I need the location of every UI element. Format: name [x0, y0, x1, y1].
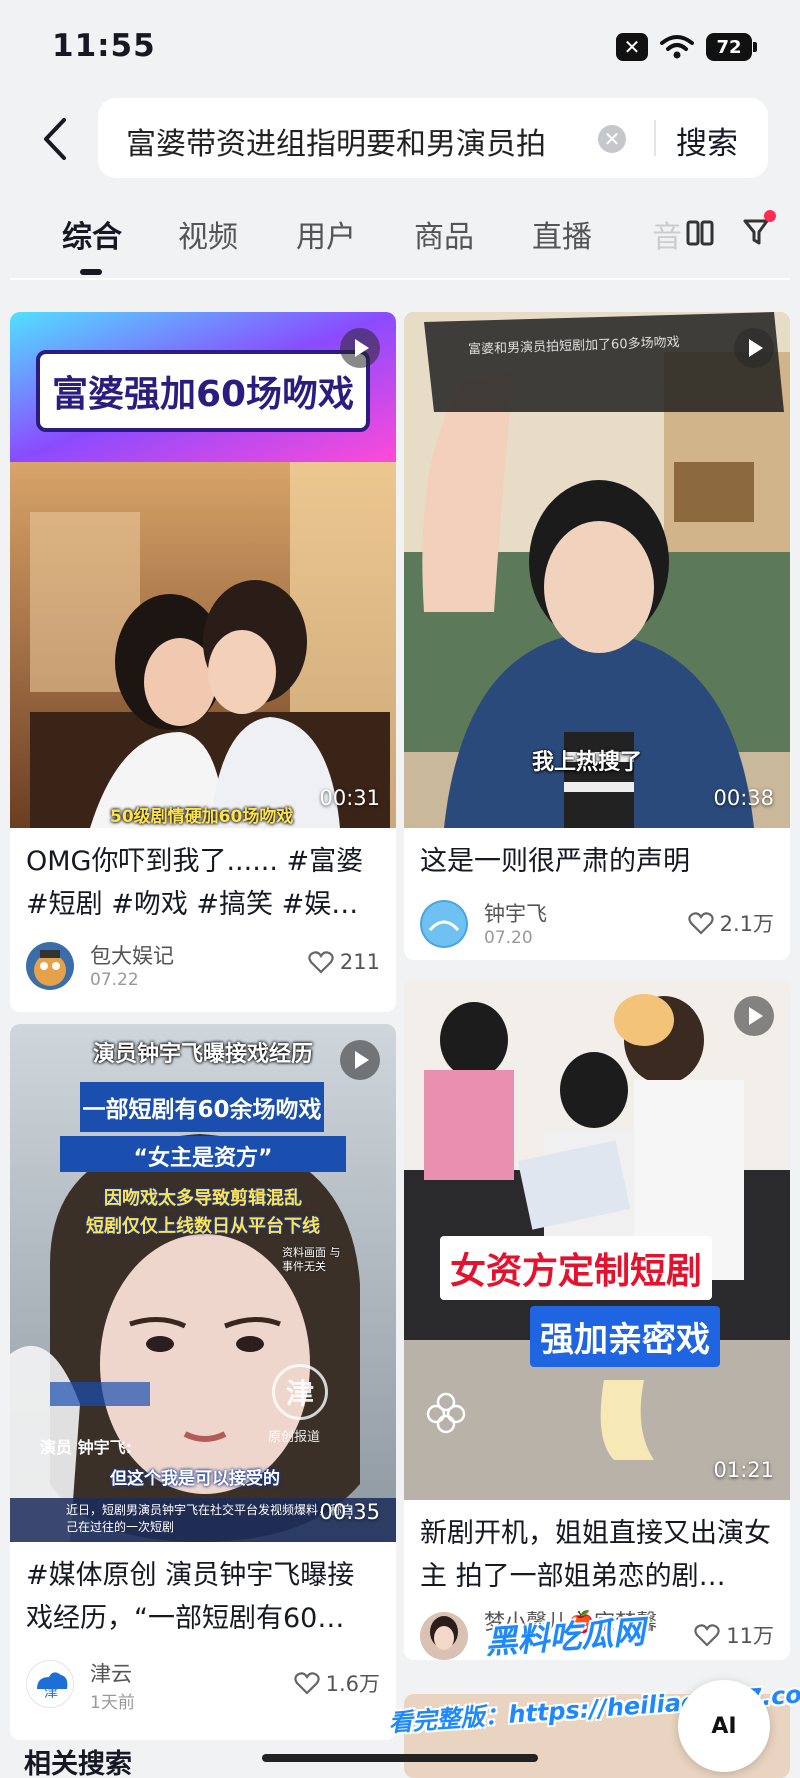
- wifi-icon: [660, 35, 694, 59]
- video-card[interactable]: 富婆强加60场吻戏 50级剧情硬加60场吻戏 00:31 OMG你吓到我了...…: [10, 312, 396, 1012]
- status-bar: 11:55 ✕ 72: [0, 0, 800, 96]
- back-arrow-icon[interactable]: [36, 114, 76, 164]
- svg-text:津: 津: [44, 1685, 58, 1701]
- ai-assistant-button[interactable]: AI: [678, 1680, 770, 1772]
- author-row: 津 津云 1天前 1.6万: [26, 1656, 380, 1713]
- video-caption: 我上热搜了: [532, 750, 643, 775]
- video-title[interactable]: OMG你吓到我了...... #富婆 #短剧 #吻戏 #搞笑 #娱…: [26, 840, 380, 926]
- tab-users[interactable]: 用户: [296, 212, 356, 256]
- video-thumbnail[interactable]: 富婆强加60场吻戏 50级剧情硬加60场吻戏 00:31: [10, 312, 396, 828]
- flower-logo-icon: [426, 1392, 466, 1434]
- avatar[interactable]: [420, 900, 468, 948]
- battery-icon: 72: [706, 33, 757, 61]
- video-thumbnail[interactable]: 女资方定制短剧 强加亲密戏 01:21: [404, 980, 790, 1500]
- tab-live[interactable]: 直播: [532, 212, 592, 256]
- video-thumbnail[interactable]: 富婆和男演员拍短剧加了60多场吻戏 我上热搜了 00:38: [404, 312, 790, 828]
- video-banner: 富婆强加60场吻戏: [51, 374, 355, 415]
- search-input[interactable]: 富婆带资进组指明要和男演员拍: [126, 119, 591, 163]
- news-caption: 近日，短剧男演员钟宇飞在社交平台发视频爆料，称自己在过往的一次短剧: [66, 1503, 355, 1534]
- headline-5: 短剧仅仅上线数日从平台下线: [86, 1216, 320, 1237]
- heart-icon: [293, 1672, 320, 1695]
- play-icon: [734, 328, 774, 368]
- search-button[interactable]: 搜索: [676, 118, 738, 163]
- headline-2: 强加亲密戏: [530, 1306, 720, 1367]
- avatar[interactable]: [420, 1612, 468, 1660]
- video-duration: 00:31: [319, 786, 380, 810]
- search-box[interactable]: 富婆带资进组指明要和男演员拍 ✕ 搜索: [98, 98, 768, 178]
- tab-all[interactable]: 综合: [62, 212, 122, 256]
- like-count-value: 1.6万: [325, 1672, 380, 1696]
- video-duration: 01:21: [713, 1458, 774, 1482]
- tab-video[interactable]: 视频: [178, 212, 238, 256]
- jinyun-logo: 津: [272, 1364, 328, 1420]
- result-tabs: 综合 视频 用户 商品 直播 音: [0, 196, 800, 276]
- post-date: 07.22: [90, 970, 139, 990]
- tab-music[interactable]: 音: [652, 212, 682, 256]
- related-searches-title: 相关搜索: [24, 1749, 132, 1778]
- layout-toggle-icon[interactable]: [686, 220, 714, 246]
- author-row: 包大娱记 07.22 211: [26, 938, 380, 994]
- post-date: 07.20: [484, 928, 533, 948]
- like-count-value: 11万: [726, 1624, 774, 1648]
- like-count[interactable]: 2.1万: [687, 908, 774, 938]
- avatar[interactable]: 津: [26, 1660, 74, 1708]
- video-title[interactable]: #媒体原创 演员钟宇飞曝接戏经历，“一部短剧有60…: [26, 1554, 380, 1640]
- like-count[interactable]: 211: [308, 950, 380, 974]
- author-name[interactable]: 包大娱记: [90, 940, 174, 970]
- heart-icon: [694, 1624, 720, 1647]
- avatar[interactable]: [26, 942, 74, 990]
- headline-3: “女主是资方”: [133, 1146, 273, 1171]
- headline-4: 因吻戏太多导致剪辑混乱: [104, 1188, 302, 1209]
- home-indicator[interactable]: [262, 1754, 538, 1762]
- status-icons: ✕ 72: [616, 30, 757, 64]
- video-title[interactable]: 新剧开机，姐姐直接又出演女主 拍了一部姐弟恋的剧…: [420, 1512, 774, 1598]
- video-thumbnail[interactable]: 演员钟宇飞曝接戏经历 一部短剧有60余场吻戏 “女主是资方” 因吻戏太多导致剪辑…: [10, 1024, 396, 1542]
- play-icon: [340, 1040, 380, 1080]
- tabs-divider: [10, 278, 790, 280]
- headline-2: 一部短剧有60余场吻戏: [82, 1097, 322, 1123]
- speaker-label: 演员 钟宇飞:: [40, 1438, 132, 1457]
- video-card[interactable]: 女资方定制短剧 强加亲密戏 01:21 新剧开机，姐姐直接又出演女主 拍了一部姐…: [404, 980, 790, 1660]
- author-name[interactable]: 钟宇飞: [484, 898, 547, 928]
- headline-1: 女资方定制短剧: [440, 1236, 713, 1300]
- search-divider: [654, 120, 656, 156]
- close-notification-icon: ✕: [616, 33, 648, 61]
- author-name[interactable]: 津云: [90, 1658, 132, 1688]
- heart-icon: [308, 951, 334, 974]
- search-bar: 富婆带资进组指明要和男演员拍 ✕ 搜索: [0, 96, 800, 184]
- filter-badge: [764, 210, 776, 222]
- disclaimer-note: 资料画面 与事件无关: [282, 1246, 341, 1273]
- like-count[interactable]: 11万: [694, 1620, 774, 1650]
- like-count[interactable]: 1.6万: [293, 1668, 380, 1698]
- headline-1: 演员钟宇飞曝接戏经历: [92, 1042, 313, 1067]
- play-icon: [340, 328, 380, 368]
- play-icon: [734, 996, 774, 1036]
- clock: 11:55: [52, 28, 156, 64]
- video-caption: 50级剧情硬加60场吻戏: [110, 807, 294, 827]
- video-card[interactable]: 演员钟宇飞曝接戏经历 一部短剧有60余场吻戏 “女主是资方” 因吻戏太多导致剪辑…: [10, 1024, 396, 1740]
- heart-icon: [687, 912, 714, 935]
- video-card[interactable]: 富婆和男演员拍短剧加了60多场吻戏 我上热搜了 00:38 这是一则很严肃的声明…: [404, 312, 790, 960]
- tab-products[interactable]: 商品: [414, 212, 474, 256]
- video-title[interactable]: 这是一则很严肃的声明: [420, 840, 774, 883]
- speaker-quote: 但这个我是可以接受的: [110, 1469, 280, 1489]
- clear-search-icon[interactable]: ✕: [598, 125, 626, 153]
- active-tab-indicator: [80, 269, 102, 275]
- like-count-value: 211: [339, 950, 380, 974]
- video-duration: 00:38: [713, 786, 774, 810]
- ai-button-label: AI: [711, 1713, 737, 1739]
- video-duration: 00:35: [319, 1500, 380, 1524]
- like-count-value: 2.1万: [719, 912, 774, 936]
- post-date: 1天前: [90, 1693, 135, 1713]
- author-row: 钟宇飞 07.20 2.1万: [420, 896, 774, 952]
- logo-subtitle: 原创报道: [268, 1430, 321, 1445]
